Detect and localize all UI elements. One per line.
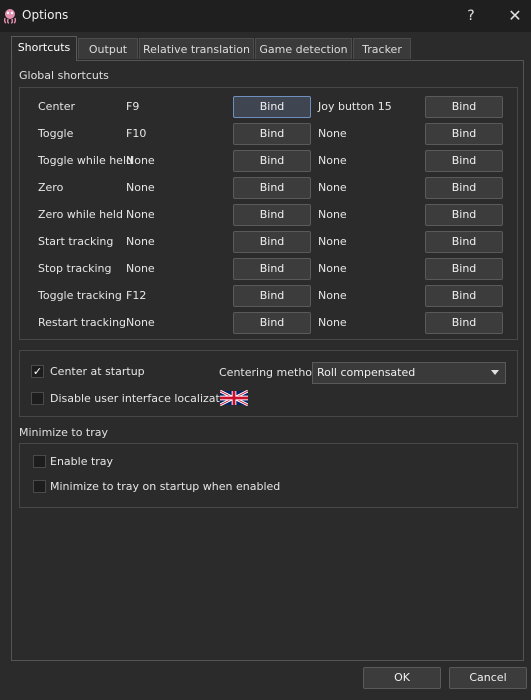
octopus-app-icon <box>3 9 17 24</box>
enable-tray-label: Enable tray <box>50 455 114 468</box>
tab-output[interactable]: Output <box>78 38 138 59</box>
shortcut-key-value: F10 <box>126 127 147 140</box>
shortcut-label: Restart tracking <box>38 316 127 329</box>
bind-key-button[interactable]: Bind <box>233 177 311 199</box>
ok-button[interactable]: OK <box>363 667 441 689</box>
minimize-to-tray-heading: Minimize to tray <box>19 426 109 439</box>
center-at-startup-label: Center at startup <box>50 365 145 378</box>
shortcut-joy-value: None <box>318 289 347 302</box>
tab-game-detection[interactable]: Game detection <box>255 38 352 59</box>
shortcut-label: Toggle while held <box>38 154 133 167</box>
shortcut-key-value: None <box>126 181 155 194</box>
shortcut-key-value: None <box>126 316 155 329</box>
bind-joy-button[interactable]: Bind <box>425 204 503 226</box>
shortcut-key-value: F9 <box>126 100 140 113</box>
shortcut-joy-value: None <box>318 181 347 194</box>
bind-joy-button[interactable]: Bind <box>425 285 503 307</box>
disable-localization-label: Disable user interface localization <box>50 392 237 405</box>
shortcut-joy-value: None <box>318 208 347 221</box>
bind-key-button[interactable]: Bind <box>233 312 311 334</box>
minimize-on-startup-label: Minimize to tray on startup when enabled <box>50 480 281 493</box>
shortcut-label: Toggle <box>38 127 74 140</box>
shortcut-key-value: None <box>126 208 155 221</box>
shortcut-joy-value: Joy button 15 <box>318 100 392 113</box>
global-shortcuts-heading: Global shortcuts <box>19 69 109 82</box>
shortcut-key-value: None <box>126 262 155 275</box>
center-at-startup-checkbox[interactable]: ✓ <box>31 365 44 378</box>
shortcut-joy-value: None <box>318 127 347 140</box>
bind-key-button[interactable]: Bind <box>233 231 311 253</box>
centering-method-label: Centering method <box>219 366 320 379</box>
bind-joy-button[interactable]: Bind <box>425 258 503 280</box>
shortcut-label: Toggle tracking <box>38 289 122 302</box>
window-title: Options <box>22 8 69 22</box>
bind-joy-button[interactable]: Bind <box>425 123 503 145</box>
tray-group <box>19 443 518 508</box>
minimize-on-startup-checkbox[interactable] <box>33 480 46 493</box>
shortcut-label: Stop tracking <box>38 262 112 275</box>
centering-method-value: Roll compensated <box>317 366 416 379</box>
cancel-button[interactable]: Cancel <box>449 667 527 689</box>
help-icon[interactable]: ? <box>460 6 482 26</box>
bind-key-button[interactable]: Bind <box>233 96 311 118</box>
shortcut-label: Zero while held <box>38 208 123 221</box>
bind-key-button[interactable]: Bind <box>233 204 311 226</box>
bind-joy-button[interactable]: Bind <box>425 231 503 253</box>
shortcut-joy-value: None <box>318 316 347 329</box>
shortcut-joy-value: None <box>318 262 347 275</box>
tab-shortcuts[interactable]: Shortcuts <box>11 36 77 61</box>
bind-joy-button[interactable]: Bind <box>425 150 503 172</box>
centering-method-select[interactable]: Roll compensated <box>312 362 506 384</box>
shortcut-label: Zero <box>38 181 64 194</box>
bind-joy-button[interactable]: Bind <box>425 312 503 334</box>
shortcut-key-value: None <box>126 235 155 248</box>
bind-joy-button[interactable]: Bind <box>425 177 503 199</box>
shortcut-label: Center <box>38 100 76 113</box>
shortcut-label: Start tracking <box>38 235 114 248</box>
disable-localization-checkbox[interactable] <box>31 392 44 405</box>
close-icon[interactable]: ✕ <box>504 6 526 26</box>
tab-relative-translation[interactable]: Relative translation <box>139 38 254 59</box>
shortcut-key-value: None <box>126 154 155 167</box>
enable-tray-checkbox[interactable] <box>33 455 46 468</box>
shortcut-joy-value: None <box>318 235 347 248</box>
shortcut-joy-value: None <box>318 154 347 167</box>
title-bar: Options ? ✕ <box>0 0 531 32</box>
bind-key-button[interactable]: Bind <box>233 150 311 172</box>
uk-flag-icon <box>220 390 248 406</box>
shortcut-key-value: F12 <box>126 289 147 302</box>
bind-key-button[interactable]: Bind <box>233 123 311 145</box>
tab-tracker[interactable]: Tracker <box>353 38 411 59</box>
bind-key-button[interactable]: Bind <box>233 285 311 307</box>
chevron-down-icon <box>491 370 499 375</box>
bind-joy-button[interactable]: Bind <box>425 96 503 118</box>
bind-key-button[interactable]: Bind <box>233 258 311 280</box>
